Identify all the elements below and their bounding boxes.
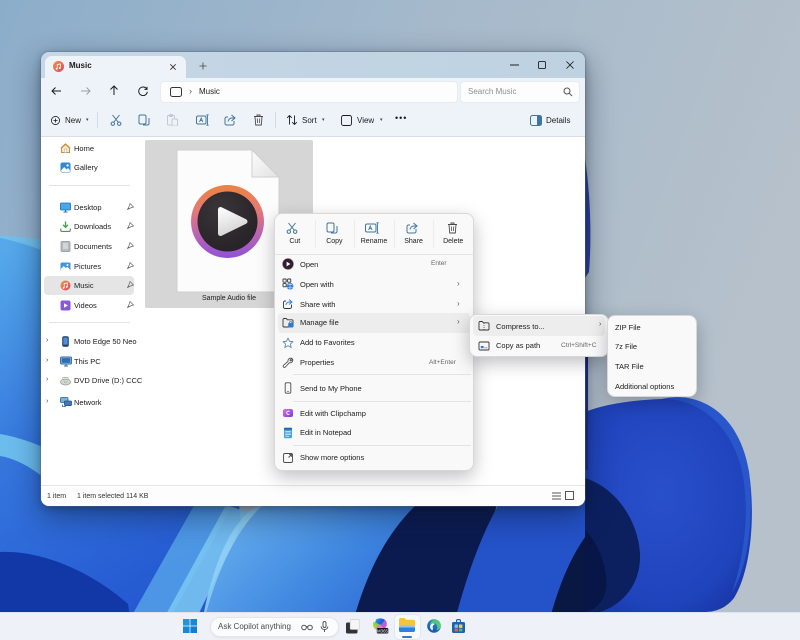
svg-text:M365: M365 <box>377 628 389 633</box>
